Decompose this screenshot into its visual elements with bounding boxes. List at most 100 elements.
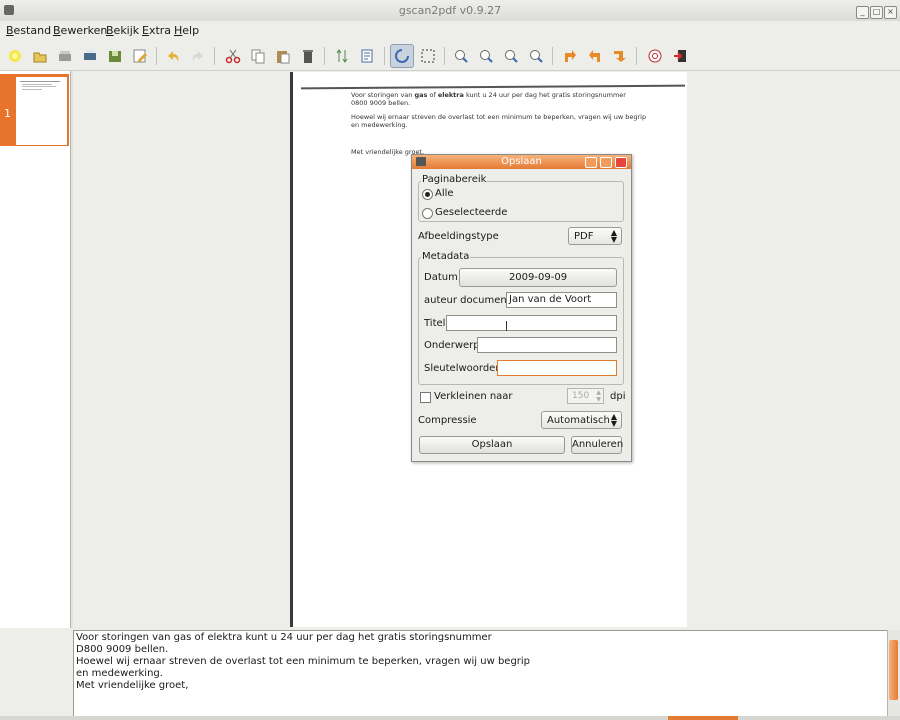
page-text-line: 0800 9009 bellen. xyxy=(351,99,411,107)
thumbnail-item[interactable]: 1 xyxy=(0,74,69,146)
radio-all-label[interactable]: Alle xyxy=(435,188,454,199)
cut-icon[interactable] xyxy=(223,46,243,66)
ocr-text-line: D800 9009 bellen. xyxy=(76,644,169,655)
keywords-field[interactable] xyxy=(497,360,617,376)
edit-icon[interactable] xyxy=(130,46,150,66)
resize-dpi-value: 150 xyxy=(572,391,590,401)
cancel-button[interactable]: Annuleren xyxy=(571,436,623,454)
title-field[interactable] xyxy=(446,315,617,331)
copy-icon[interactable] xyxy=(248,46,268,66)
resize-checkbox[interactable] xyxy=(420,392,431,403)
menu-extra[interactable]: Extra xyxy=(142,24,171,37)
page-text-span: of xyxy=(427,91,438,99)
menu-bekijk[interactable]: Bekijk xyxy=(106,24,139,37)
ocr-text-line: Met vriendelijke groet, xyxy=(76,680,189,691)
ocr-text-line: en medewerking. xyxy=(76,668,163,679)
menu-bewerken[interactable]: Bewerken xyxy=(53,24,107,37)
page-edge-line xyxy=(300,84,686,90)
thumbnail-list[interactable]: 1 xyxy=(0,71,71,628)
page-text-bold: elektra xyxy=(437,91,464,99)
resize-unit: dpi xyxy=(610,391,626,402)
dialog-maximize-icon[interactable] xyxy=(600,157,612,168)
image-type-select[interactable]: PDF ▲ ▼ xyxy=(568,227,622,245)
zoom-100-icon[interactable] xyxy=(451,46,471,66)
menu-bestand[interactable]: Bestand xyxy=(6,24,51,37)
undo-icon[interactable] xyxy=(163,46,183,66)
menu-bar: Bestand Bewerken Bekijk Extra Help xyxy=(0,21,900,40)
page-text-line: Hoewel wij ernaar streven de overlast to… xyxy=(351,113,647,121)
new-icon[interactable] xyxy=(5,46,25,66)
menu-mnemonic: B xyxy=(106,24,114,37)
print-icon[interactable] xyxy=(80,46,100,66)
close-icon[interactable]: × xyxy=(884,6,897,19)
ocr-text-line: Voor storingen van gas of elektra kunt u… xyxy=(76,632,492,643)
text-cursor-icon xyxy=(506,321,507,331)
resize-dpi-spinner[interactable]: 150 ▲ ▼ xyxy=(567,388,604,404)
menu-mnemonic: B xyxy=(53,24,61,37)
quit-icon[interactable] xyxy=(670,46,690,66)
menu-help[interactable]: Help xyxy=(174,24,199,37)
menu-mnemonic: E xyxy=(142,24,149,37)
zoom-out-icon[interactable] xyxy=(526,46,546,66)
zoom-fit-icon[interactable] xyxy=(476,46,496,66)
zoom-in-icon[interactable] xyxy=(501,46,521,66)
dialog-close-icon[interactable] xyxy=(615,157,627,168)
menu-label: elp xyxy=(182,24,200,37)
scan-icon[interactable] xyxy=(55,46,75,66)
save-button[interactable]: Opslaan xyxy=(419,436,565,454)
subject-label: Onderwerp xyxy=(424,340,480,351)
help-icon[interactable] xyxy=(645,46,665,66)
spin-arrows-icon: ▲ ▼ xyxy=(610,228,617,244)
author-field[interactable]: Jan van de Voort xyxy=(506,292,617,308)
radio-selected-label[interactable]: Geselecteerde xyxy=(435,207,507,218)
delete-icon[interactable] xyxy=(298,46,318,66)
save-icon[interactable] xyxy=(105,46,125,66)
save-dialog: Opslaan Paginabereik Alle Geselecteerde … xyxy=(411,154,632,462)
window-titlebar[interactable]: gscan2pdf v0.9.27 _ □ × xyxy=(0,0,900,22)
paste-icon[interactable] xyxy=(273,46,293,66)
subject-field[interactable] xyxy=(477,337,617,353)
date-label: Datum xyxy=(424,272,458,283)
rotate-180-icon[interactable] xyxy=(585,46,605,66)
redo-icon[interactable] xyxy=(188,46,208,66)
spin-arrows-icon: ▲ ▼ xyxy=(596,389,601,403)
thumbnail-image xyxy=(16,77,67,145)
radio-all[interactable] xyxy=(422,189,433,200)
dialog-minimize-icon[interactable] xyxy=(585,157,597,168)
toolbar xyxy=(0,42,900,71)
text-scrollbar[interactable] xyxy=(887,630,900,716)
properties-icon[interactable] xyxy=(357,46,377,66)
date-button[interactable]: 2009-09-09 xyxy=(459,268,617,287)
maximize-icon[interactable]: □ xyxy=(870,6,883,19)
rotate-270-icon[interactable] xyxy=(610,46,630,66)
page-text-line: en medewerking. xyxy=(351,121,408,129)
ocr-text-area[interactable]: Voor storingen van gas of elektra kunt u… xyxy=(73,630,889,718)
select-region-icon[interactable] xyxy=(418,46,438,66)
menu-label: ewerken xyxy=(60,24,108,37)
page-text-span: kunt u 24 uur per dag het gratis storing… xyxy=(463,91,626,99)
dialog-title: Opslaan xyxy=(501,156,542,167)
select-icon[interactable] xyxy=(390,44,414,68)
spin-arrows-icon: ▲ ▼ xyxy=(610,412,617,428)
compression-select[interactable]: Automatisch ▲ ▼ xyxy=(541,411,622,429)
thumbnail-page-number: 1 xyxy=(4,107,11,120)
radio-selected[interactable] xyxy=(422,208,433,219)
dialog-titlebar[interactable]: Opslaan xyxy=(412,155,631,169)
renumber-icon[interactable] xyxy=(332,46,352,66)
scrollbar-thumb[interactable] xyxy=(889,640,898,700)
ocr-text-line: Hoewel wij ernaar streven de overlast to… xyxy=(76,656,531,667)
compression-value: Automatisch xyxy=(547,415,610,426)
title-label: Titel xyxy=(424,318,446,329)
page-text-bold: gas xyxy=(414,91,428,99)
menu-mnemonic: B xyxy=(6,24,14,37)
minimize-icon[interactable]: _ xyxy=(856,6,869,19)
rotate-90-icon[interactable] xyxy=(560,46,580,66)
menu-label: ekijk xyxy=(113,24,140,37)
metadata-legend: Metadata xyxy=(421,251,471,262)
open-icon[interactable] xyxy=(30,46,50,66)
page-range-legend: Paginabereik xyxy=(421,174,488,185)
resize-label[interactable]: Verkleinen naar xyxy=(434,391,513,402)
menu-label: xtra xyxy=(148,24,172,37)
keywords-label: Sleutelwoorden xyxy=(424,363,502,374)
page-text-line: Voor storingen van gas of elektra kunt u… xyxy=(351,91,626,99)
